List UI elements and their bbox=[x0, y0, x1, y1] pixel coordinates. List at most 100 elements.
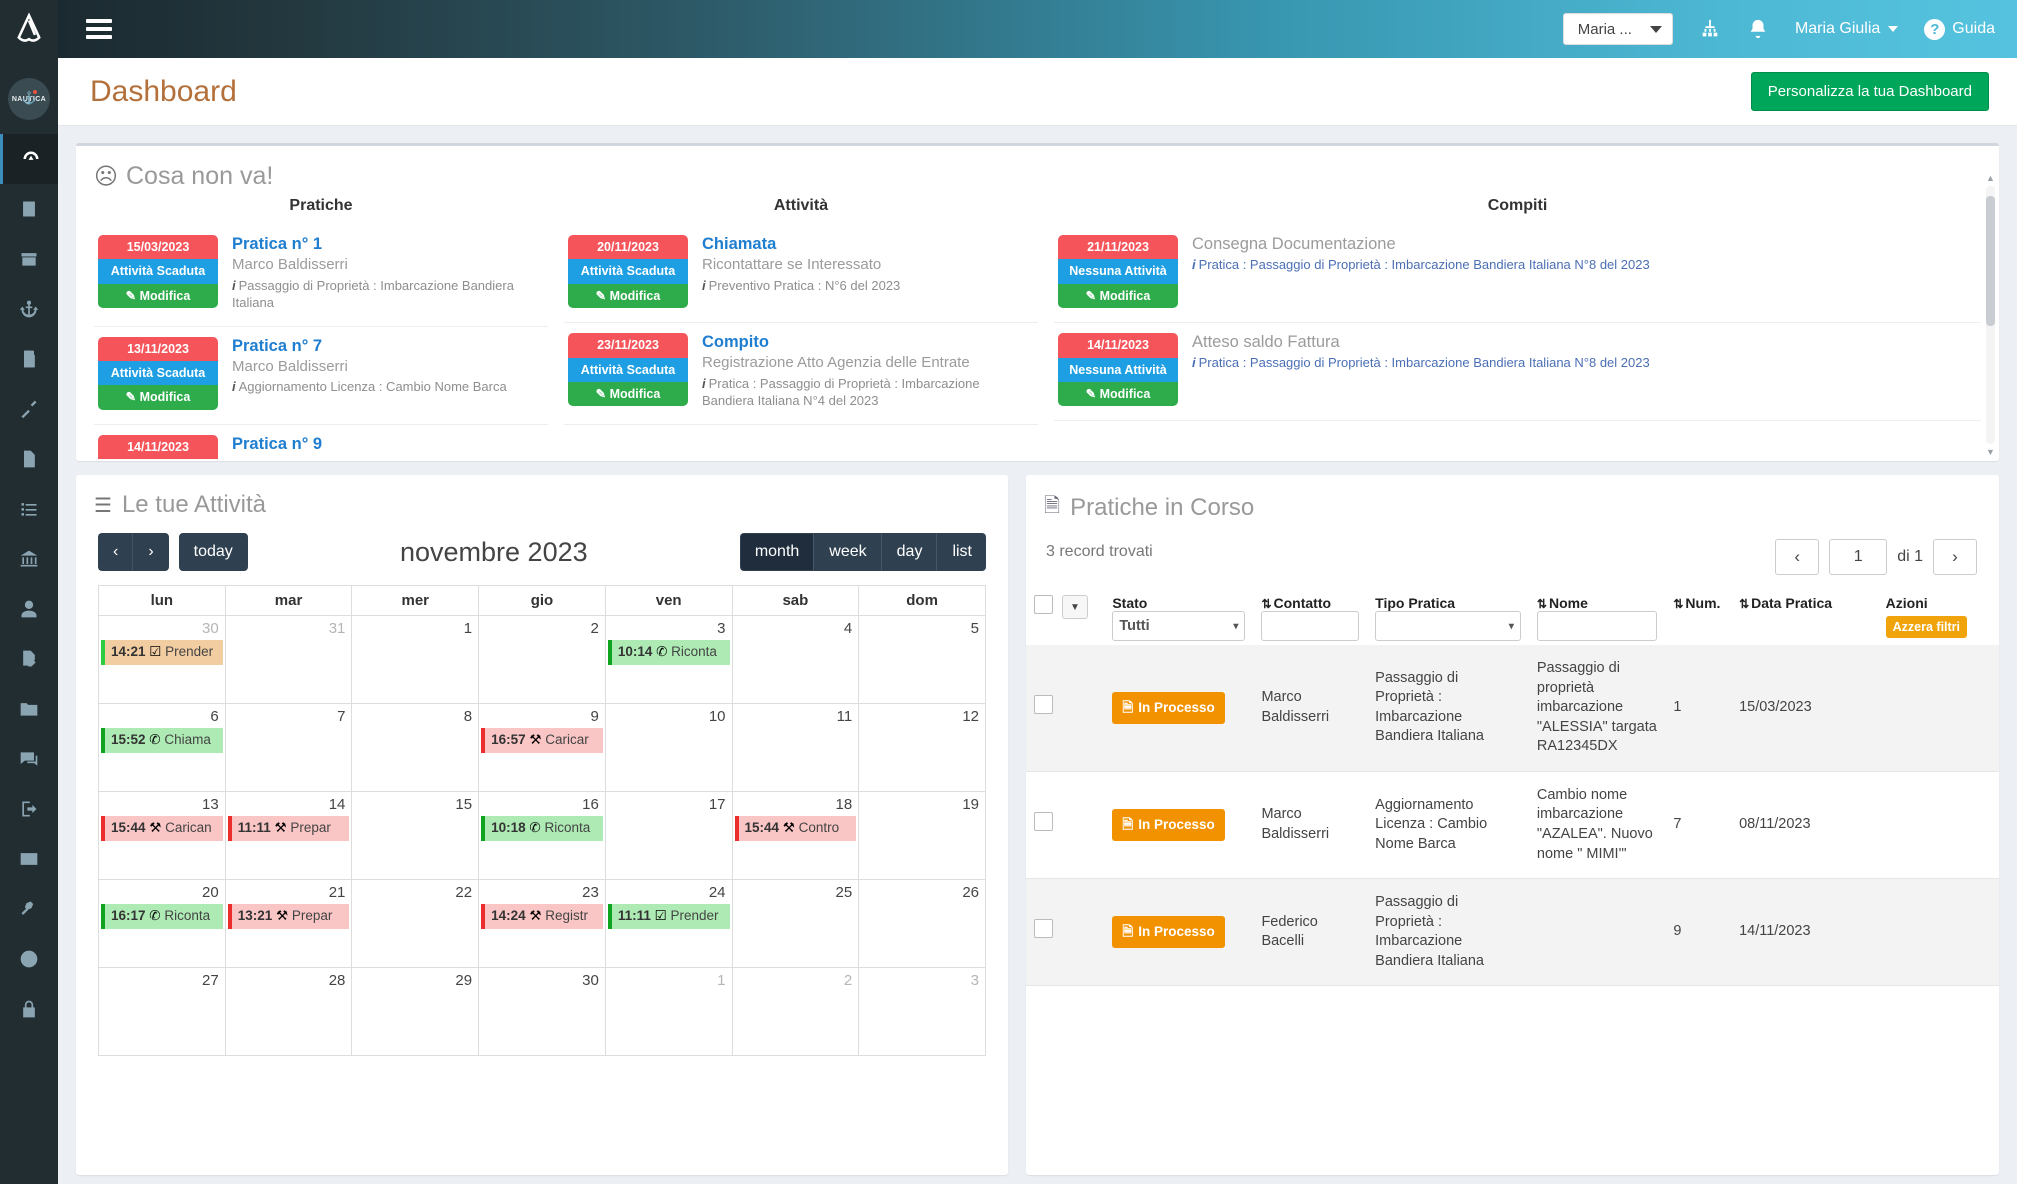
calendar-day-cell[interactable]: 3 10:14 ✆ Riconta bbox=[604, 615, 733, 704]
help-link[interactable]: ? Guida bbox=[1924, 18, 1995, 40]
calendar-day-cell[interactable]: 30 bbox=[478, 967, 606, 1056]
sidebar-item-card[interactable] bbox=[0, 834, 58, 884]
issue-edit-button[interactable]: ✎ Modifica bbox=[98, 385, 218, 410]
issue-link[interactable]: Compito bbox=[702, 333, 1034, 352]
calendar-day-cell[interactable]: 18 15:44 ⚒ Contro bbox=[731, 791, 860, 880]
sidebar-item-documents[interactable] bbox=[0, 184, 58, 234]
calendar-day-cell[interactable]: 7 bbox=[224, 703, 353, 792]
calendar-event[interactable]: 10:14 ✆ Riconta bbox=[607, 640, 730, 665]
calendar-day-cell[interactable]: 26 bbox=[858, 879, 986, 968]
filter-nome-input[interactable] bbox=[1536, 611, 1658, 641]
calendar-event[interactable]: 16:17 ✆ Riconta bbox=[101, 904, 223, 929]
pratiche-page-input[interactable]: 1 bbox=[1829, 539, 1888, 575]
sidebar-item-folders[interactable] bbox=[0, 684, 58, 734]
sidebar-item-tools[interactable] bbox=[0, 384, 58, 434]
sidebar-item-settings[interactable] bbox=[0, 884, 58, 934]
calendar-day-cell[interactable]: 10 bbox=[604, 703, 733, 792]
issue-edit-button[interactable]: ✎ Modifica bbox=[98, 283, 218, 309]
row-checkbox[interactable] bbox=[1034, 695, 1053, 715]
issue-edit-button[interactable]: ✎ Modifica bbox=[568, 381, 688, 407]
calendar-view-month[interactable]: month bbox=[739, 533, 815, 571]
issue-row[interactable]: 15/03/2023 Attività Scaduta ✎ Modifica P… bbox=[94, 225, 548, 327]
calendar-prev-button[interactable]: ‹ bbox=[98, 533, 134, 571]
issue-row[interactable]: 14/11/2023 Nessuna Attività ✎ Modifica A… bbox=[1054, 323, 1981, 422]
table-row[interactable]: 🗎 In Processo Marco Baldisserri Aggiornamen… bbox=[1026, 771, 1999, 879]
issue-edit-button[interactable]: ✎ Modifica bbox=[568, 283, 688, 309]
issue-row[interactable]: 20/11/2023 Attività Scaduta ✎ Modifica C… bbox=[564, 225, 1038, 324]
calendar-day-cell[interactable]: 24 11:11 ☑ Prender bbox=[604, 879, 733, 968]
scroll-up-icon[interactable]: ▲ bbox=[1986, 173, 1995, 183]
pratiche-next-page-button[interactable]: › bbox=[1933, 539, 1977, 575]
calendar-day-cell[interactable]: 13 15:44 ⚒ Carican bbox=[98, 791, 226, 880]
clear-filters-button[interactable]: Azzera filtri bbox=[1885, 616, 1968, 638]
brand-logo[interactable] bbox=[0, 0, 58, 58]
filter-stato-select[interactable]: Tutti ▾ bbox=[1112, 611, 1246, 641]
issue-edit-button[interactable]: ✎ Modifica bbox=[1058, 381, 1178, 407]
calendar-event[interactable]: 14:21 ☑ Prender bbox=[101, 640, 223, 665]
calendar-day-cell[interactable]: 14 11:11 ⚒ Prepar bbox=[224, 791, 353, 880]
calendar-event[interactable]: 15:52 ✆ Chiama bbox=[101, 728, 223, 753]
calendar-day-cell[interactable]: 30 14:21 ☑ Prender bbox=[98, 615, 226, 704]
issue-row[interactable]: 21/11/2023 Nessuna Attività ✎ Modifica C… bbox=[1054, 225, 1981, 324]
calendar-day-cell[interactable]: 27 bbox=[98, 967, 226, 1056]
sidebar-item-archive[interactable] bbox=[0, 234, 58, 284]
user-menu[interactable]: Maria Giulia bbox=[1795, 20, 1899, 38]
issues-scrollbar[interactable]: ▲ ▼ bbox=[1986, 173, 1995, 457]
scroll-down-icon[interactable]: ▼ bbox=[1986, 447, 1995, 457]
calendar-day-cell[interactable]: 15 bbox=[351, 791, 480, 880]
calendar-day-cell[interactable]: 8 bbox=[351, 703, 480, 792]
sidebar-item-anchor[interactable] bbox=[0, 284, 58, 334]
sidebar-item-edit-doc[interactable] bbox=[0, 634, 58, 684]
bell-icon-button[interactable] bbox=[1747, 18, 1769, 40]
company-avatar[interactable]: NAUTICA ⚓ bbox=[8, 78, 50, 120]
calendar-view-list[interactable]: list bbox=[937, 533, 986, 571]
calendar-day-cell[interactable]: 22 bbox=[351, 879, 480, 968]
pratiche-header-contatto[interactable]: ⇅ Contatto bbox=[1253, 587, 1367, 645]
sidebar-item-files[interactable] bbox=[0, 434, 58, 484]
pratiche-header-nome[interactable]: ⇅ Nome bbox=[1529, 587, 1665, 645]
issue-edit-button[interactable]: ✎ Modifica bbox=[1058, 283, 1178, 309]
calendar-day-cell[interactable]: 6 15:52 ✆ Chiama bbox=[98, 703, 226, 792]
calendar-day-cell[interactable]: 4 bbox=[731, 615, 860, 704]
pratiche-header-num[interactable]: ⇅ Num. bbox=[1665, 587, 1731, 645]
pratiche-header-tipo-pratica[interactable]: Tipo Pratica ▾ bbox=[1367, 587, 1529, 645]
calendar-day-cell[interactable]: 12 bbox=[858, 703, 986, 792]
calendar-day-cell[interactable]: 23 14:24 ⚒ Registr bbox=[478, 879, 606, 968]
calendar-today-button[interactable]: today bbox=[178, 533, 248, 571]
status-badge[interactable]: 🗎 In Processo bbox=[1112, 808, 1225, 842]
calendar-event[interactable]: 14:24 ⚒ Registr bbox=[481, 904, 603, 929]
customize-dashboard-button[interactable]: Personalizza la tua Dashboard bbox=[1750, 72, 1989, 111]
sidebar-item-lock[interactable] bbox=[0, 984, 58, 1034]
calendar-day-cell[interactable]: 17 bbox=[604, 791, 733, 880]
calendar-view-week[interactable]: week bbox=[814, 533, 882, 571]
calendar-day-cell[interactable]: 16 10:18 ✆ Riconta bbox=[478, 791, 606, 880]
issue-link[interactable]: Pratica n° 7 bbox=[232, 337, 544, 356]
issue-row[interactable]: 13/11/2023 Attività Scaduta ✎ Modifica P… bbox=[94, 327, 548, 425]
issue-row[interactable]: 14/11/2023 Pratica n° 9 bbox=[94, 425, 548, 461]
issue-link[interactable]: Consegna Documentazione bbox=[1192, 235, 1977, 254]
calendar-day-cell[interactable]: 9 16:57 ⚒ Caricar bbox=[478, 703, 606, 792]
calendar-day-cell[interactable]: 29 bbox=[351, 967, 480, 1056]
sidebar-item-bank[interactable] bbox=[0, 534, 58, 584]
pratiche-header-data-pratica[interactable]: ⇅ Data Pratica bbox=[1731, 587, 1878, 645]
issue-link[interactable]: Pratica n° 1 bbox=[232, 235, 544, 254]
calendar-day-cell[interactable]: 1 bbox=[604, 967, 733, 1056]
sidebar-item-export[interactable] bbox=[0, 784, 58, 834]
calendar-event[interactable]: 16:57 ⚒ Caricar bbox=[481, 728, 603, 753]
sidebar-item-dashboard[interactable] bbox=[0, 134, 58, 184]
calendar-event[interactable]: 11:11 ⚒ Prepar bbox=[227, 816, 350, 841]
calendar-day-cell[interactable]: 5 bbox=[858, 615, 986, 704]
calendar-day-cell[interactable]: 31 bbox=[224, 615, 353, 704]
calendar-day-cell[interactable]: 1 bbox=[351, 615, 480, 704]
chevron-down-icon[interactable]: ▼ bbox=[1061, 595, 1088, 619]
issue-link[interactable]: Pratica n° 9 bbox=[232, 435, 544, 454]
table-row[interactable]: 🗎 In Processo Marco Baldisserri Passaggio d… bbox=[1026, 645, 1999, 772]
sidebar-item-chat[interactable] bbox=[0, 734, 58, 784]
calendar-view-day[interactable]: day bbox=[881, 533, 938, 571]
row-checkbox[interactable] bbox=[1034, 919, 1053, 939]
sidebar-item-contracts[interactable] bbox=[0, 334, 58, 384]
scrollbar-thumb[interactable] bbox=[1986, 196, 1995, 326]
filter-contatto-input[interactable] bbox=[1261, 611, 1360, 641]
calendar-event[interactable]: 10:18 ✆ Riconta bbox=[481, 816, 603, 841]
calendar-day-cell[interactable]: 25 bbox=[731, 879, 860, 968]
